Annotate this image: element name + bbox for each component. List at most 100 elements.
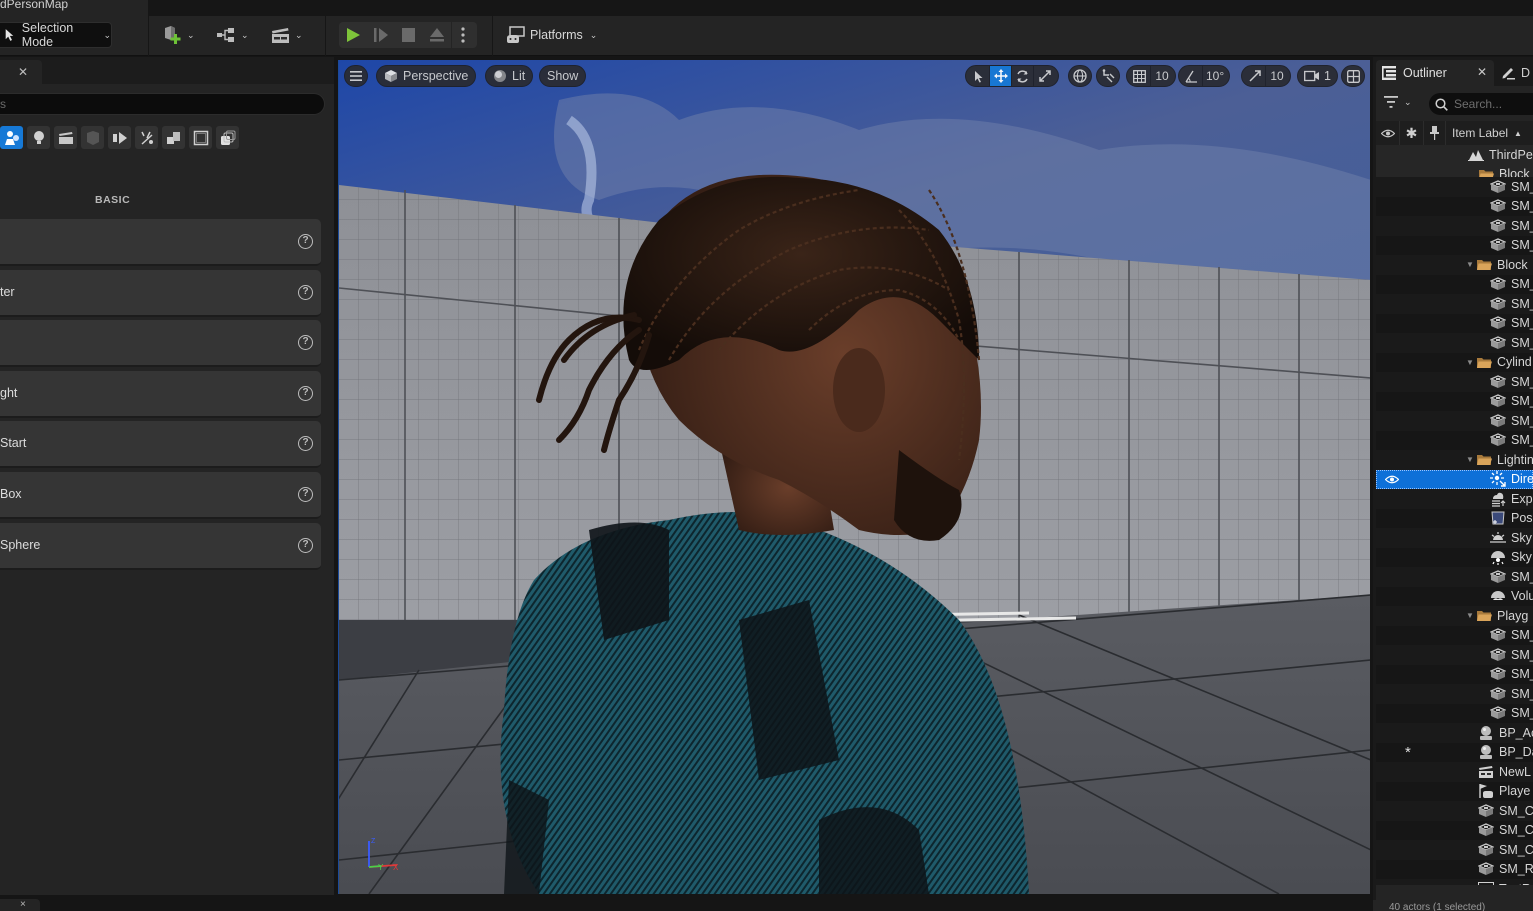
outliner-actor-row[interactable]: SM_ xyxy=(1376,274,1533,294)
category-recently-placed[interactable] xyxy=(0,126,23,149)
bottom-drawer-tab[interactable]: × xyxy=(0,899,40,911)
outliner-actor-row[interactable]: Playe xyxy=(1376,781,1533,801)
outliner-folder-row[interactable]: ▼ Playg xyxy=(1376,606,1533,626)
outliner-actor-row[interactable]: SM_ xyxy=(1376,313,1533,333)
outliner-actor-row[interactable]: SM_ xyxy=(1376,235,1533,255)
expand-arrow-icon[interactable]: ▼ xyxy=(1466,611,1476,620)
outliner-actor-row[interactable]: Sky xyxy=(1376,528,1533,548)
translate-tool-button[interactable] xyxy=(990,66,1012,86)
outliner-actor-row[interactable]: BP_Ac xyxy=(1376,723,1533,743)
actor-item[interactable]: Sphere? xyxy=(0,522,321,570)
outliner-actor-row[interactable]: SM_C xyxy=(1376,801,1533,821)
outliner-actor-row[interactable]: SM_ xyxy=(1376,372,1533,392)
outliner-folder-row[interactable]: ▼ Cylind xyxy=(1376,352,1533,372)
outliner-actor-row[interactable]: Volu xyxy=(1376,586,1533,606)
viewport-options-button[interactable] xyxy=(344,65,368,87)
surface-snapping-button[interactable] xyxy=(1096,65,1120,87)
view-mode-lit-button[interactable]: Lit xyxy=(485,65,534,87)
outliner-actor-row[interactable]: SM_ xyxy=(1376,294,1533,314)
outliner-actor-row[interactable]: SM_ xyxy=(1376,177,1533,197)
starred-column[interactable]: ✱ xyxy=(1400,121,1424,145)
expand-arrow-icon[interactable]: ▼ xyxy=(1466,260,1476,269)
outliner-actor-row[interactable]: SM_ xyxy=(1376,391,1533,411)
actor-item[interactable]: ? xyxy=(0,320,321,368)
expand-arrow-icon[interactable]: ▼ xyxy=(1466,358,1476,367)
outliner-actor-row[interactable]: SM_ xyxy=(1376,664,1533,684)
details-tab[interactable]: D xyxy=(1501,60,1533,86)
select-tool-button[interactable] xyxy=(968,66,990,86)
outliner-actor-row[interactable]: Pos xyxy=(1376,508,1533,528)
category-volumes[interactable] xyxy=(135,126,158,149)
category-shapes[interactable] xyxy=(189,126,212,149)
help-icon[interactable]: ? xyxy=(298,335,313,351)
help-icon[interactable]: ? xyxy=(298,436,313,452)
selection-mode-dropdown[interactable]: Selection Mode ⌄ xyxy=(0,21,112,49)
help-icon[interactable]: ? xyxy=(298,385,313,401)
scale-snap-toggle[interactable] xyxy=(1244,66,1266,86)
outliner-actor-row[interactable]: Sky xyxy=(1376,547,1533,567)
cinematics-button[interactable]: ⌄ xyxy=(270,22,303,48)
platforms-button[interactable]: Platforms ⌄ xyxy=(506,22,597,48)
viewport-scene[interactable] xyxy=(339,60,1370,894)
outliner-actor-row[interactable]: SM_ xyxy=(1376,216,1533,236)
outliner-actor-row[interactable]: SM_ xyxy=(1376,645,1533,665)
scale-snap-value[interactable]: 10 xyxy=(1266,66,1288,86)
category-visual-effects[interactable] xyxy=(81,126,104,149)
level-viewport[interactable]: Perspective Lit Show 10 10° 10 1 Z Y X xyxy=(338,60,1370,894)
play-button[interactable] xyxy=(339,22,367,48)
camera-speed-button[interactable]: 1 xyxy=(1297,65,1338,87)
outliner-actor-row[interactable]: SM_ xyxy=(1376,684,1533,704)
outliner-actor-row[interactable]: SM_ xyxy=(1376,625,1533,645)
category-lights[interactable] xyxy=(27,126,50,149)
viewport-layout-button[interactable] xyxy=(1341,65,1365,87)
outliner-actor-row[interactable]: SM_R xyxy=(1376,859,1533,879)
outliner-tab[interactable]: Outliner ✕ xyxy=(1376,60,1494,86)
outliner-actor-row[interactable]: Exp xyxy=(1376,489,1533,509)
blueprints-button[interactable]: ⌄ xyxy=(216,22,249,48)
play-options-button[interactable] xyxy=(451,22,473,48)
grid-snap-value[interactable]: 10 xyxy=(1151,66,1173,86)
help-icon[interactable]: ? xyxy=(298,234,313,249)
close-icon[interactable]: × xyxy=(20,899,26,910)
eject-button[interactable] xyxy=(423,22,451,48)
outliner-search-input[interactable]: Search... xyxy=(1429,93,1533,115)
perspective-button[interactable]: Perspective xyxy=(376,65,477,87)
actor-item[interactable]: Box? xyxy=(0,472,321,519)
pinned-column[interactable] xyxy=(1424,121,1446,145)
advance-frame-button[interactable] xyxy=(367,22,395,48)
actor-item[interactable]: Start? xyxy=(0,421,321,469)
show-flags-button[interactable]: Show xyxy=(539,65,587,87)
eye-icon[interactable] xyxy=(1384,473,1400,487)
outliner-actor-row[interactable]: SM_ xyxy=(1376,333,1533,353)
outliner-actor-row[interactable]: Tt TextR xyxy=(1376,879,1533,885)
outliner-actor-row[interactable]: * BP_Da xyxy=(1376,742,1533,762)
outliner-folder-row[interactable]: ▼ Lightin xyxy=(1376,450,1533,470)
expand-arrow-icon[interactable]: ▼ xyxy=(1466,455,1476,464)
outliner-actor-row[interactable]: SM_C xyxy=(1376,820,1533,840)
rotation-snap-toggle[interactable] xyxy=(1181,66,1203,86)
place-actors-tab[interactable]: ✕ xyxy=(0,60,42,84)
outliner-actor-row[interactable]: SM_ xyxy=(1376,411,1533,431)
rotate-tool-button[interactable] xyxy=(1012,66,1034,86)
outliner-actor-row[interactable]: SM_ xyxy=(1376,196,1533,216)
close-icon[interactable]: ✕ xyxy=(1477,65,1487,79)
scale-tool-button[interactable] xyxy=(1034,66,1056,86)
help-icon[interactable]: ? xyxy=(298,487,313,502)
filter-button[interactable]: ⌄ xyxy=(1384,96,1412,108)
outliner-actor-row[interactable]: SM_ xyxy=(1376,567,1533,587)
help-icon[interactable]: ? xyxy=(298,537,313,553)
level-tab[interactable]: dPersonMap xyxy=(0,0,148,16)
help-icon[interactable]: ? xyxy=(298,284,313,300)
outliner-actor-row[interactable]: Dire xyxy=(1376,469,1533,489)
category-cinematic[interactable] xyxy=(54,126,77,149)
actor-item[interactable]: ght? xyxy=(0,370,321,418)
outliner-actor-row[interactable]: NewL xyxy=(1376,762,1533,782)
category-geometry[interactable] xyxy=(108,126,131,149)
actor-item[interactable]: ter? xyxy=(0,269,321,317)
world-local-toggle[interactable] xyxy=(1068,65,1092,87)
item-label-column[interactable]: Item Label ▲ xyxy=(1446,121,1533,145)
visibility-column[interactable] xyxy=(1376,121,1400,145)
outliner-folder-row[interactable]: ▼ Block xyxy=(1376,255,1533,275)
outliner-actor-row[interactable]: ThirdPe xyxy=(1376,145,1533,165)
outliner-actor-row[interactable]: SM_ xyxy=(1376,430,1533,450)
